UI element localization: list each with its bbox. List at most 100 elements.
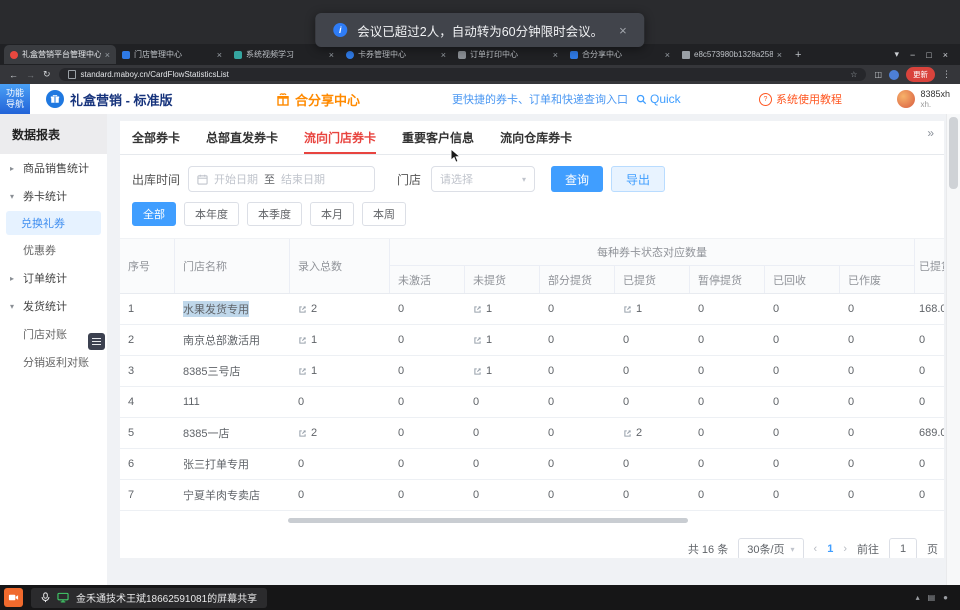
quick-filter-quarter[interactable]: 本季度	[247, 202, 302, 226]
detail-link-icon[interactable]	[623, 305, 632, 314]
tab-hq-direct[interactable]: 总部直发券卡	[206, 121, 278, 154]
cell-amount: 689.0	[915, 418, 944, 448]
quick-filter-year[interactable]: 本年度	[184, 202, 239, 226]
quick-search-button[interactable]: Quick	[636, 92, 681, 106]
tutorial-label: 系统使用教程	[776, 91, 842, 107]
maximize-button[interactable]: □	[926, 50, 931, 60]
tab-close-icon[interactable]: ×	[329, 50, 334, 60]
browser-tab[interactable]: 礼盒营销平台管理中心 ×	[4, 45, 116, 64]
cell-partial: 0	[540, 511, 615, 517]
table-row[interactable]: 2 南京总部激活用 1 0 1 0 0 0 0 0 0	[120, 325, 944, 356]
sidebar-item-product-sales[interactable]: ▸ 商品销售统计	[0, 154, 107, 182]
browser-tab[interactable]: 门店管理中心 ×	[116, 45, 228, 64]
tab-all-cards[interactable]: 全部券卡	[132, 121, 180, 154]
cell-paused: 0	[690, 356, 765, 386]
tab-key-customers[interactable]: 重要客户信息	[402, 121, 474, 154]
browser-tab[interactable]: 订单打印中心 ×	[452, 45, 564, 64]
microphone-icon[interactable]	[41, 592, 50, 603]
sidebar-item-label: 券卡统计	[23, 188, 67, 204]
detail-link-icon[interactable]	[473, 336, 482, 345]
quick-filter-all[interactable]: 全部	[132, 202, 176, 226]
detail-link-icon[interactable]	[298, 305, 307, 314]
tab-store-flow[interactable]: 流向门店券卡	[304, 121, 376, 154]
page-scrollbar-thumb[interactable]	[949, 117, 958, 189]
tab-close-icon[interactable]: ×	[217, 50, 222, 60]
store-select[interactable]: 请选择 ▾	[431, 166, 535, 192]
search-button[interactable]: 查询	[551, 166, 603, 192]
detail-link-icon[interactable]	[623, 429, 632, 438]
close-button[interactable]: ×	[943, 50, 948, 60]
sidebar-item-shipping-stats[interactable]: ▾ 发货统计	[0, 292, 107, 320]
browser-profile-avatar[interactable]	[889, 70, 899, 80]
browser-menu-icon[interactable]: ⋮	[942, 69, 951, 80]
minimize-button[interactable]: −	[910, 50, 915, 60]
export-button[interactable]: 导出	[611, 166, 665, 192]
quick-filter-week[interactable]: 本周	[362, 202, 406, 226]
panel-collapse-icon[interactable]: »	[927, 126, 934, 140]
tab-close-icon[interactable]: ×	[441, 50, 446, 60]
table-row[interactable]: 8 需要张三专用 5 0 0 0 4 0 0 0 1152.0	[120, 511, 944, 517]
page-number-1[interactable]: 1	[827, 543, 833, 555]
back-icon[interactable]: ←	[9, 70, 18, 80]
tab-close-icon[interactable]: ×	[777, 50, 782, 60]
cell-store-name: 水果发货专用	[175, 294, 290, 324]
tutorial-link[interactable]: ? 系统使用教程	[759, 91, 842, 107]
forward-icon[interactable]: →	[26, 70, 35, 80]
tray-network-icon[interactable]: ▤	[928, 593, 936, 602]
sidebar-item-order-stats[interactable]: ▸ 订单统计	[0, 264, 107, 292]
refresh-icon[interactable]: ↻	[43, 69, 51, 80]
url-bar[interactable]: standard.maboy.cn/CardFlowStatisticsList…	[59, 68, 867, 81]
table-row[interactable]: 3 8385三号店 1 0 1 0 0 0 0 0 0	[120, 356, 944, 387]
cell-inactive: 0	[390, 449, 465, 479]
table-row[interactable]: 7 宁夏羊肉专卖店 0 0 0 0 0 0 0 0 0	[120, 480, 944, 511]
page-size-select[interactable]: 30条/页 ▾	[738, 538, 803, 558]
browser-tab[interactable]: e8c573980b1328a2586d2e6 ×	[676, 45, 788, 64]
browser-tab[interactable]: 系统视频学习 ×	[228, 45, 340, 64]
tray-expand-icon[interactable]: ▴	[916, 593, 920, 602]
quick-filter-month[interactable]: 本月	[310, 202, 354, 226]
sidebar-item-exchange-coupon[interactable]: 兑换礼券	[6, 211, 101, 235]
detail-link-icon[interactable]	[298, 367, 307, 376]
col-index: 序号	[120, 239, 175, 293]
table-row[interactable]: 5 8385一店 2 0 0 0 2 0 0 0 689.0	[120, 418, 944, 449]
detail-link-icon[interactable]	[298, 429, 307, 438]
app-body: 数据报表 ▸ 商品销售统计 ▾ 券卡统计 兑换礼券 优惠券 ▸	[0, 114, 960, 585]
browser-tab[interactable]: 卡券管理中心 ×	[340, 45, 452, 64]
tab-warehouse-flow[interactable]: 流向仓库券卡	[500, 121, 572, 154]
share-center-link[interactable]: 合分享中心	[276, 90, 360, 109]
sidebar-item-rebate-reconcile[interactable]: 分销返利对账	[0, 348, 107, 376]
prev-page-button[interactable]: ‹	[814, 543, 818, 555]
toast-close-icon[interactable]: ×	[619, 23, 627, 38]
tab-search-icon[interactable]: ▾	[895, 49, 900, 60]
goto-page-input[interactable]: 1	[889, 538, 917, 558]
date-range-input[interactable]: 开始日期 至 结束日期	[188, 166, 375, 192]
tray-volume-icon[interactable]: ●	[943, 593, 948, 602]
meeting-app-icon[interactable]	[4, 588, 23, 607]
new-tab-button[interactable]: +	[795, 49, 801, 61]
next-page-button[interactable]: ›	[843, 543, 847, 555]
detail-link-icon[interactable]	[298, 336, 307, 345]
bookmark-star-icon[interactable]: ☆	[850, 70, 857, 79]
sidebar-collapse-handle[interactable]	[88, 333, 105, 350]
extensions-icon[interactable]: ◫	[874, 70, 882, 79]
col-total: 录入总数	[290, 239, 390, 293]
table-row[interactable]: 4 111 0 0 0 0 0 0 0 0 0	[120, 387, 944, 418]
tab-favicon-icon	[234, 51, 242, 59]
detail-link-icon[interactable]	[473, 367, 482, 376]
tab-close-icon[interactable]: ×	[105, 50, 110, 60]
user-account[interactable]: 8385xh xh.	[897, 89, 950, 109]
page-info-icon[interactable]	[68, 70, 76, 79]
browser-update-button[interactable]: 更新	[906, 67, 935, 82]
sidebar-item-discount-coupon[interactable]: 优惠券	[0, 236, 107, 264]
tab-close-icon[interactable]: ×	[665, 50, 670, 60]
horizontal-scrollbar-thumb[interactable]	[288, 518, 688, 523]
sidebar-item-card-stats[interactable]: ▾ 券卡统计	[0, 182, 107, 210]
table-row[interactable]: 1 水果发货专用 2 0 1 0 1 0 0 0 168.0	[120, 294, 944, 325]
tab-close-icon[interactable]: ×	[553, 50, 558, 60]
table-row[interactable]: 6 张三打单专用 0 0 0 0 0 0 0 0 0	[120, 449, 944, 480]
cell-paused: 0	[690, 511, 765, 517]
cell-amount: 0	[915, 325, 944, 355]
function-nav-toggle[interactable]: 功能 导航	[0, 84, 30, 114]
browser-tab[interactable]: 合分享中心 ×	[564, 45, 676, 64]
detail-link-icon[interactable]	[473, 305, 482, 314]
